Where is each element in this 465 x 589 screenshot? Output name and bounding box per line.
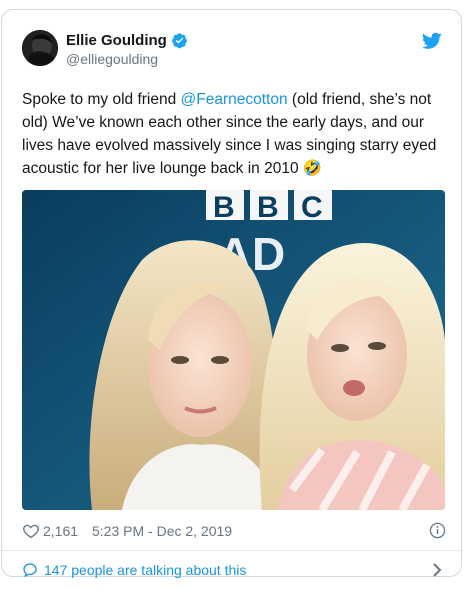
- divider: [2, 550, 461, 551]
- like-count[interactable]: 2,161: [43, 523, 78, 539]
- svg-text:C: C: [301, 191, 323, 224]
- timestamp[interactable]: 5:23 PM - Dec 2, 2019: [92, 523, 232, 539]
- svg-text:D: D: [252, 228, 285, 280]
- avatar[interactable]: [22, 30, 58, 66]
- tweet-text: Spoke to my old friend @Fearnecotton (ol…: [22, 88, 448, 180]
- author-name-row[interactable]: Ellie Goulding: [66, 32, 188, 49]
- tweet-text-start: Spoke to my old friend: [22, 91, 181, 108]
- chevron-right-icon: [433, 563, 442, 577]
- conversation-link[interactable]: 147 people are talking about this: [22, 560, 446, 580]
- heart-icon[interactable]: [22, 522, 40, 540]
- selfie-image: B B C A D: [22, 190, 445, 510]
- mention-link[interactable]: @Fearnecotton: [181, 91, 288, 108]
- svg-text:B: B: [213, 191, 235, 224]
- conversation-label[interactable]: 147 people are talking about this: [44, 562, 246, 578]
- tweet-header: Ellie Goulding @elliegoulding: [22, 30, 442, 70]
- tweet-meta: 2,161 5:23 PM - Dec 2, 2019: [22, 520, 446, 542]
- svg-text:B: B: [257, 191, 279, 224]
- author-name[interactable]: Ellie Goulding: [66, 32, 167, 49]
- verified-badge-icon: [171, 33, 187, 49]
- twitter-bird-icon[interactable]: [422, 32, 442, 50]
- author-handle[interactable]: @elliegoulding: [66, 51, 158, 67]
- tweet-photo[interactable]: B B C A D: [22, 190, 445, 510]
- speech-bubble-icon: [23, 563, 37, 578]
- tweet-card[interactable]: Ellie Goulding @elliegoulding Spoke to m…: [1, 9, 462, 580]
- info-icon[interactable]: [429, 522, 446, 539]
